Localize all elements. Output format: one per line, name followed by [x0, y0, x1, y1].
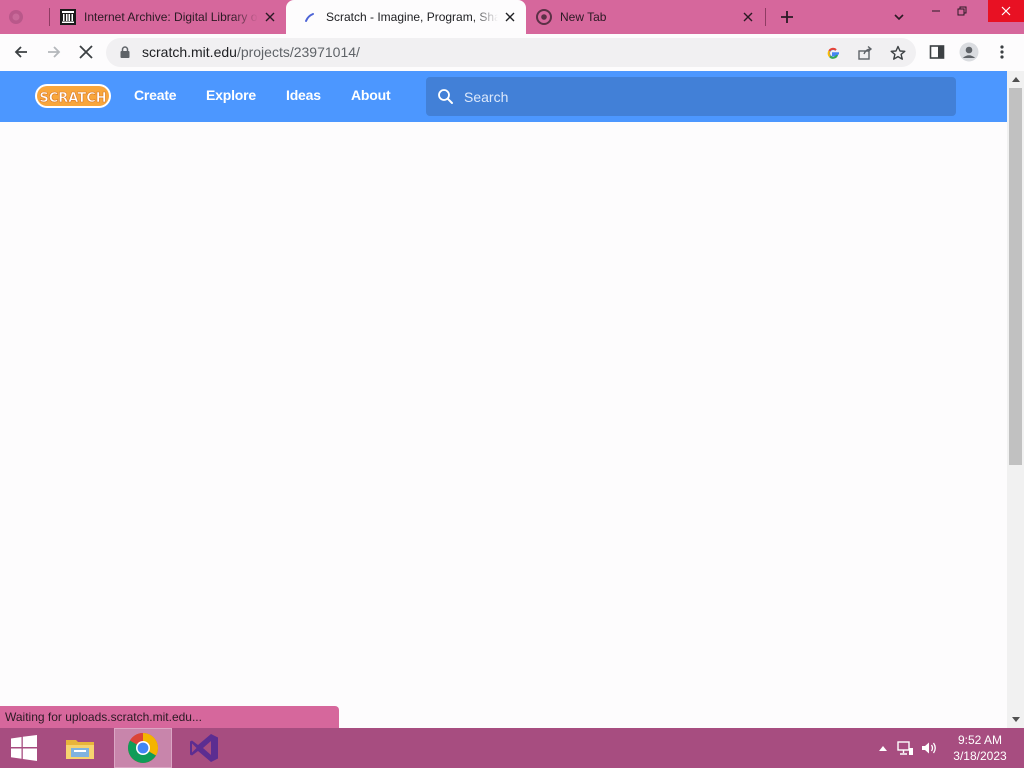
google-translate-icon[interactable]: [822, 42, 844, 64]
close-icon: [1001, 6, 1011, 16]
page-viewport: SCRATCH Create Explore Ideas About: [0, 71, 1007, 728]
status-bubble: Waiting for uploads.scratch.mit.edu...: [0, 706, 339, 728]
taskbar: 9:52 AM 3/18/2023: [0, 728, 1024, 768]
scrollbar-thumb[interactable]: [1009, 88, 1022, 465]
forward-button[interactable]: [40, 38, 68, 66]
clock-date: 3/18/2023: [953, 749, 1007, 763]
tab-pinned[interactable]: [8, 0, 48, 34]
clock-time: 9:52 AM: [957, 733, 1003, 747]
tab-search-button[interactable]: [886, 5, 912, 29]
menu-button[interactable]: [988, 38, 1016, 66]
nav-explore[interactable]: Explore: [206, 87, 256, 103]
search-icon: [438, 89, 453, 104]
globe-icon: [8, 9, 24, 25]
visual-studio-icon: [190, 734, 218, 762]
taskbar-chrome[interactable]: [114, 728, 172, 768]
profile-button[interactable]: [955, 38, 983, 66]
back-button[interactable]: [7, 38, 35, 66]
scratch-cat-icon: [302, 9, 318, 25]
side-panel-icon: [929, 45, 945, 59]
folder-icon: [66, 740, 94, 759]
search-box[interactable]: [426, 77, 956, 116]
chrome-icon: [536, 9, 552, 25]
page-content: [0, 122, 1007, 728]
restore-button[interactable]: [948, 0, 976, 22]
caret-up-icon: [1011, 77, 1020, 82]
caret-down-icon: [1011, 717, 1020, 722]
address-bar[interactable]: scratch.mit.edu/projects/23971014/: [106, 38, 916, 67]
arrow-left-icon: [14, 46, 27, 58]
internet-archive-icon: [60, 9, 76, 25]
chevron-down-icon: [894, 14, 904, 21]
scratch-logo[interactable]: SCRATCH: [34, 82, 112, 110]
show-hidden-icons[interactable]: [874, 740, 892, 756]
taskbar-visual-studio[interactable]: [178, 728, 230, 768]
close-window-button[interactable]: [988, 0, 1024, 22]
arrow-right-icon: [48, 46, 61, 58]
new-tab-button[interactable]: [774, 5, 800, 29]
tab-title: Scratch - Imagine, Program, Share: [326, 10, 498, 24]
volume-icon[interactable]: [920, 740, 938, 756]
lock-icon[interactable]: [118, 45, 132, 59]
start-button[interactable]: [0, 728, 48, 768]
close-tab-icon[interactable]: [502, 9, 518, 25]
scroll-up-button[interactable]: [1007, 71, 1024, 88]
tab-internet-archive[interactable]: Internet Archive: Digital Library of Fre…: [56, 0, 284, 34]
nav-ideas[interactable]: Ideas: [286, 87, 321, 103]
scroll-down-button[interactable]: [1007, 711, 1024, 728]
close-icon: [79, 45, 93, 59]
tab-title: New Tab: [560, 10, 607, 24]
tab-separator: [49, 8, 50, 26]
tab-strip: Internet Archive: Digital Library of Fre…: [0, 0, 1024, 34]
minimize-button[interactable]: [922, 0, 950, 22]
tab-separator: [765, 8, 766, 26]
url-text: scratch.mit.edu/projects/23971014/: [142, 45, 360, 60]
avatar-icon: [959, 42, 979, 62]
stop-loading-button[interactable]: [72, 38, 100, 66]
restore-icon: [957, 6, 967, 16]
close-tab-icon[interactable]: [262, 9, 278, 25]
nav-create[interactable]: Create: [134, 87, 177, 103]
plus-icon: [781, 11, 793, 23]
minimize-icon: [932, 10, 940, 12]
taskbar-file-explorer[interactable]: [54, 728, 106, 768]
system-clock[interactable]: 9:52 AM 3/18/2023: [946, 732, 1014, 764]
tab-new-tab[interactable]: New Tab: [530, 0, 762, 34]
caret-up-icon: [879, 745, 887, 751]
nav-about[interactable]: About: [351, 87, 391, 103]
tab-scratch[interactable]: Scratch - Imagine, Program, Share: [286, 0, 526, 34]
close-tab-icon[interactable]: [740, 9, 756, 25]
url-host: scratch.mit.edu: [142, 44, 237, 60]
scratch-navbar: SCRATCH Create Explore Ideas About: [0, 71, 1007, 122]
windows-logo-icon: [11, 735, 37, 761]
url-path: /projects/23971014/: [236, 44, 360, 60]
browser-toolbar: scratch.mit.edu/projects/23971014/: [0, 34, 1024, 71]
tab-title: Internet Archive: Digital Library of Fre…: [84, 10, 258, 24]
vertical-scrollbar[interactable]: [1007, 71, 1024, 728]
search-input[interactable]: [464, 85, 944, 108]
network-icon[interactable]: [896, 740, 914, 756]
share-icon[interactable]: [854, 42, 876, 64]
bookmark-star-icon[interactable]: [887, 42, 909, 64]
svg-text:SCRATCH: SCRATCH: [39, 91, 106, 106]
more-vertical-icon: [1000, 45, 1004, 59]
side-panel-button[interactable]: [923, 38, 951, 66]
chrome-icon: [128, 733, 159, 763]
